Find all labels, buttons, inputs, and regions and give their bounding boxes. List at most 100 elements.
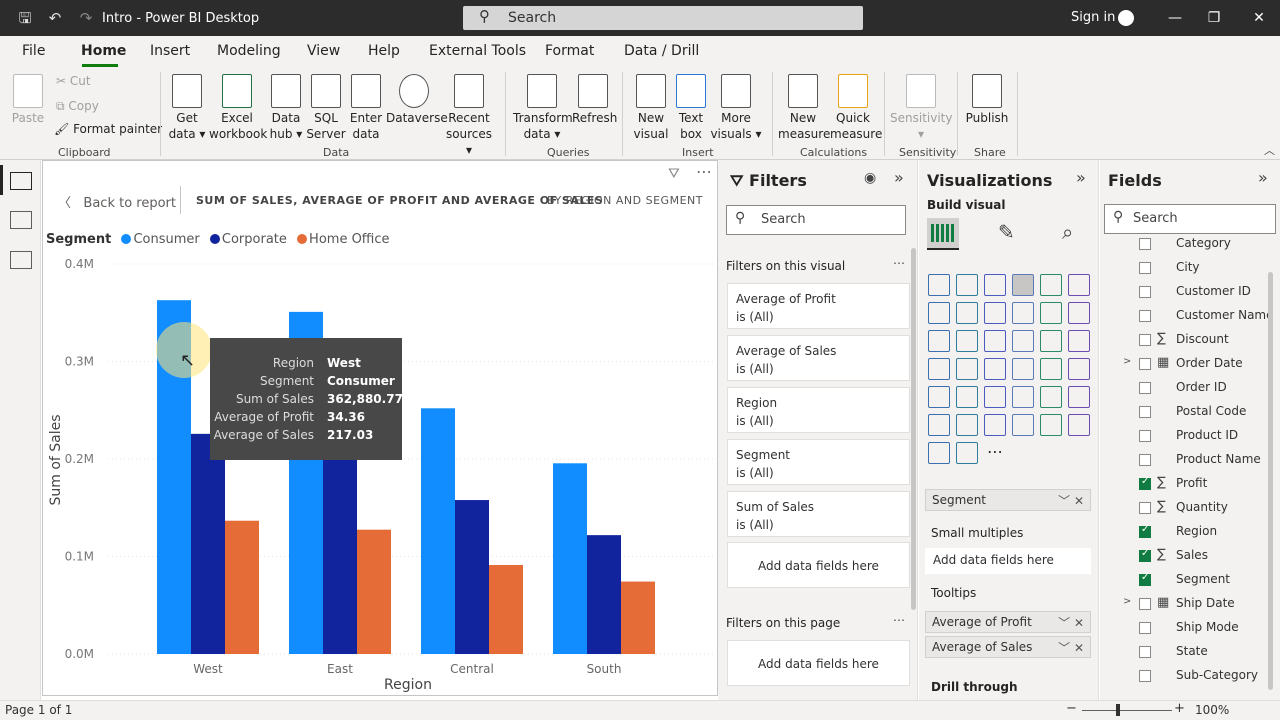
bar-central-consumer[interactable] (421, 408, 455, 654)
redo-icon[interactable]: ↷ (76, 8, 96, 28)
field-checkbox[interactable] (1139, 430, 1151, 442)
format-visual-icon[interactable]: ✎ (998, 220, 1015, 244)
zoom-in-icon[interactable]: + (1174, 701, 1185, 716)
field-checkbox[interactable] (1139, 454, 1151, 466)
field-checkbox[interactable] (1139, 382, 1151, 394)
bar-100-icon[interactable] (1040, 274, 1062, 296)
save-icon[interactable]: 🖫 (15, 8, 35, 28)
bar-west-corporate[interactable] (191, 433, 225, 654)
field-item[interactable]: Region (1100, 520, 1270, 544)
more-visuals-button[interactable]: More visuals ▾ (710, 74, 762, 142)
text-box-button[interactable]: Text box (673, 74, 709, 142)
undo-icon[interactable]: ↶ (45, 8, 65, 28)
field-item[interactable]: State (1100, 640, 1270, 664)
chevron-right-icon[interactable]: > (1123, 356, 1131, 367)
field-item[interactable]: Product ID (1100, 424, 1270, 448)
fields-search-input[interactable]: ⚲ Search (1104, 204, 1276, 234)
report-view-icon[interactable] (10, 172, 32, 190)
field-checkbox[interactable] (1139, 358, 1151, 370)
bar-south-home-office[interactable] (621, 581, 655, 654)
sign-in-link[interactable]: Sign in (1071, 10, 1115, 25)
kpi-icon[interactable] (1068, 358, 1090, 380)
filter-icon[interactable]: ⛛ (668, 166, 680, 182)
tab-home[interactable]: Home (81, 43, 126, 59)
slicer-icon[interactable] (928, 386, 950, 408)
filter-card[interactable]: Average of Profit is (All) (727, 283, 910, 329)
r-visual-icon[interactable] (1012, 386, 1034, 408)
multirow-card-icon[interactable] (1040, 358, 1062, 380)
chevron-down-icon[interactable]: ﹀ ✕ (1058, 639, 1084, 656)
field-item[interactable]: City (1100, 256, 1270, 280)
more-options-icon[interactable]: ⋯ (696, 162, 712, 181)
model-view-icon[interactable] (10, 251, 32, 269)
field-checkbox[interactable] (1139, 548, 1151, 562)
chevron-down-icon[interactable]: ﹀ ✕ (1058, 492, 1084, 509)
stacked-area-icon[interactable] (984, 302, 1006, 324)
more-options-icon[interactable]: ⋯ (893, 256, 905, 270)
gauge-icon[interactable] (984, 358, 1006, 380)
filters-scrollbar[interactable] (911, 248, 916, 610)
transform-data-button[interactable]: Transform data ▾ (513, 74, 573, 142)
bar-east-corporate[interactable] (323, 458, 357, 654)
tab-modeling[interactable]: Modeling (217, 43, 281, 59)
field-item[interactable]: Customer Name (1100, 304, 1274, 328)
stacked-bar-icon[interactable] (928, 274, 950, 296)
quick-measure-button[interactable]: Quick measure (830, 74, 882, 142)
field-item[interactable]: Sub-Category (1100, 664, 1270, 688)
tooltip-well-sales[interactable]: Average of Sales ﹀ ✕ (925, 636, 1091, 658)
add-data-fields-page[interactable]: Add data fields here (727, 640, 910, 686)
excel-workbook-button[interactable]: Excel workbook (209, 74, 267, 142)
arcgis-icon[interactable] (1068, 414, 1090, 436)
legend-home-office[interactable]: Home Office (309, 232, 389, 247)
tab-insert[interactable]: Insert (150, 43, 190, 59)
data-hub-button[interactable]: Data hub ▾ (266, 74, 306, 142)
field-item[interactable]: ∑ Profit (1100, 472, 1270, 496)
build-visual-tab[interactable] (927, 218, 959, 250)
restore-icon[interactable]: ❐ (1204, 8, 1224, 28)
avatar[interactable] (1118, 10, 1134, 26)
sql-server-button[interactable]: SQL Server (306, 74, 346, 142)
legend-corporate[interactable]: Corporate (222, 232, 287, 247)
field-item[interactable]: Order ID (1100, 376, 1270, 400)
clustered-column-icon[interactable] (1012, 274, 1034, 296)
more-visuals-icon[interactable]: ⋯ (984, 442, 1006, 464)
decomposition-tree-icon[interactable] (928, 414, 950, 436)
field-item[interactable]: Ship Mode (1100, 616, 1270, 640)
scatter-icon[interactable] (984, 330, 1006, 352)
filter-card[interactable]: Average of Sales is (All) (727, 335, 910, 381)
filter-card[interactable]: Region is (All) (727, 387, 910, 433)
filter-card[interactable]: Sum of Sales is (All) (727, 491, 910, 537)
back-to-report-button[interactable]: 〈 Back to report (58, 192, 176, 211)
map-icon[interactable] (928, 358, 950, 380)
cut-button[interactable]: ✂ Cut (56, 74, 91, 88)
paste-button[interactable]: Paste (10, 74, 46, 126)
bar-central-home-office[interactable] (489, 564, 523, 654)
field-checkbox[interactable] (1139, 622, 1151, 634)
zoom-out-icon[interactable]: − (1066, 701, 1077, 716)
dataverse-button[interactable]: Dataverse (386, 74, 448, 126)
analytics-icon[interactable]: ⌕ (1062, 220, 1073, 244)
power-automate-icon[interactable] (956, 442, 978, 464)
field-item[interactable]: ∑ Discount (1100, 328, 1270, 352)
area-chart-icon[interactable] (956, 302, 978, 324)
tooltip-well-profit[interactable]: Average of Profit ﹀ ✕ (925, 611, 1091, 633)
legend-consumer[interactable]: Consumer (133, 232, 199, 247)
matrix-icon[interactable] (984, 386, 1006, 408)
tab-data-drill[interactable]: Data / Drill (624, 43, 699, 59)
line-chart-icon[interactable] (928, 302, 950, 324)
new-visual-button[interactable]: New visual (632, 74, 670, 142)
refresh-button[interactable]: Refresh (572, 74, 617, 126)
collapse-ribbon-icon[interactable]: ︿ (1264, 142, 1275, 158)
field-item[interactable]: > ▦ Ship Date (1100, 592, 1270, 616)
field-checkbox[interactable] (1139, 524, 1151, 538)
field-checkbox[interactable] (1139, 598, 1151, 610)
power-apps-icon[interactable] (928, 442, 950, 464)
field-item[interactable]: Product Name (1100, 448, 1270, 472)
field-checkbox[interactable] (1139, 476, 1151, 490)
zoom-slider[interactable] (1082, 710, 1172, 711)
search-input[interactable]: ⚲ Search (463, 6, 863, 30)
field-checkbox[interactable] (1139, 646, 1151, 658)
clustered-bar-icon[interactable] (984, 274, 1006, 296)
bar-east-home-office[interactable] (357, 529, 391, 654)
tab-file[interactable]: File (22, 43, 45, 59)
